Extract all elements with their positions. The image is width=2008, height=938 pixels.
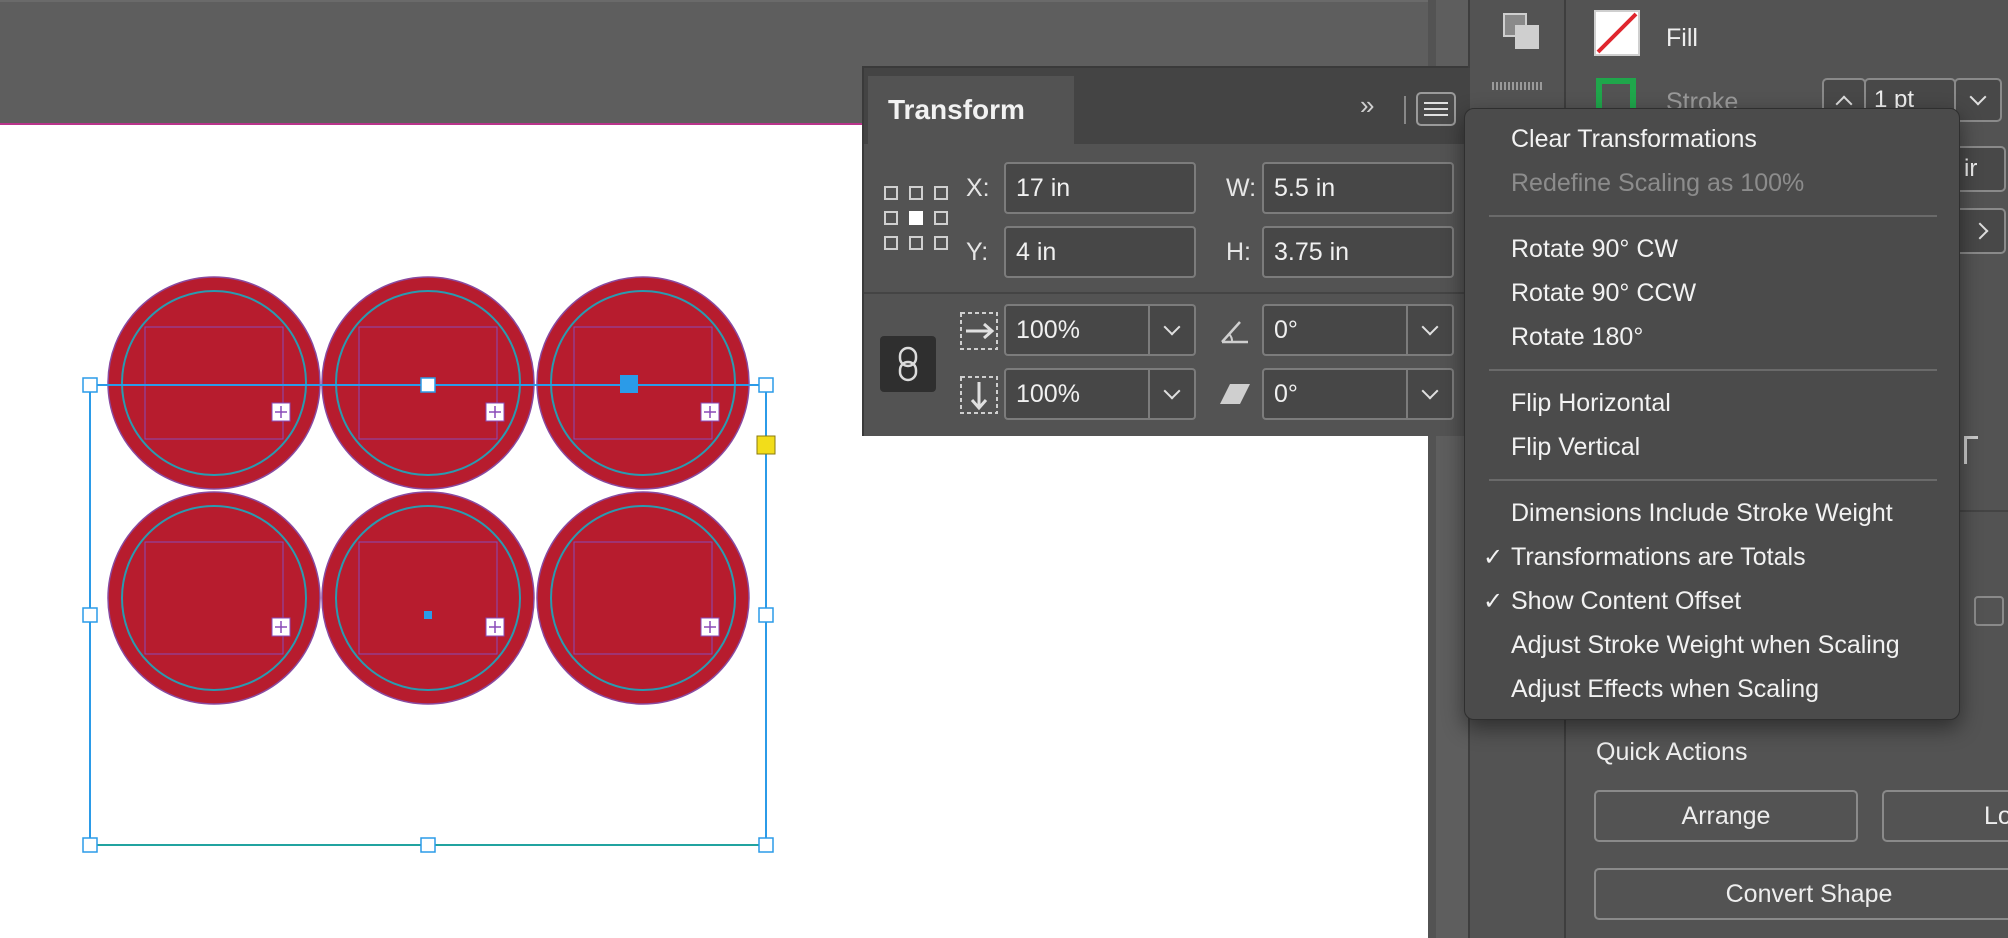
scale-x-field[interactable]: 100% <box>1004 304 1150 356</box>
checkmark-icon: ✓ <box>1483 588 1504 615</box>
scale-y-field[interactable]: 100% <box>1004 368 1150 420</box>
menu-separator <box>1489 215 1937 217</box>
circle-frame[interactable] <box>536 491 750 705</box>
corner-options-handle[interactable] <box>756 435 776 455</box>
scale-y-dropdown[interactable] <box>1150 368 1196 420</box>
partial-button[interactable]: Lo <box>1882 790 2008 842</box>
scale-x-dropdown[interactable] <box>1150 304 1196 356</box>
scale-x-icon <box>960 312 998 355</box>
circle-frame[interactable] <box>107 276 321 490</box>
resize-handle[interactable] <box>82 377 98 393</box>
rotation-dropdown[interactable] <box>1408 304 1454 356</box>
circle-frame[interactable] <box>321 491 535 705</box>
arrange-button[interactable]: Arrange <box>1594 790 1858 842</box>
partial-checkbox[interactable] <box>1974 596 2004 626</box>
h-label: H: <box>1226 238 1251 266</box>
quick-actions-title: Quick Actions <box>1596 738 1748 766</box>
menu-redefine-scaling: Redefine Scaling as 100% <box>1511 169 1805 197</box>
panel-divider <box>864 292 1470 294</box>
panel-menu-icon[interactable] <box>1416 92 1456 126</box>
fill-swatch-none-icon[interactable] <box>1594 10 1640 56</box>
rotation-angle-icon <box>1218 316 1252 351</box>
menu-adjust-effects[interactable]: Adjust Effects when Scaling <box>1511 675 1819 704</box>
resize-handle[interactable] <box>420 377 436 393</box>
menu-adjust-stroke-weight[interactable]: Adjust Stroke Weight when Scaling <box>1511 631 1900 660</box>
w-label: W: <box>1226 174 1257 202</box>
checkmark-icon: ✓ <box>1483 544 1504 571</box>
convert-shape-button[interactable]: Convert Shape <box>1594 868 2008 920</box>
shear-angle-icon <box>1218 380 1252 413</box>
resize-handle[interactable] <box>82 837 98 853</box>
x-position-field[interactable]: 17 in <box>1004 162 1196 214</box>
width-field[interactable]: 5.5 in <box>1262 162 1454 214</box>
y-label: Y: <box>966 238 989 266</box>
partial-dropdown[interactable] <box>1954 208 2006 254</box>
height-field[interactable]: 3.75 in <box>1262 226 1454 278</box>
collapse-panel-icon[interactable]: » <box>1360 90 1375 121</box>
menu-flip-horizontal[interactable]: Flip Horizontal <box>1511 389 1671 418</box>
transform-panel-menu: Clear Transformations Redefine Scaling a… <box>1464 108 1960 720</box>
menu-show-content-offset[interactable]: Show Content Offset <box>1511 587 1741 616</box>
x-label: X: <box>966 174 990 202</box>
header-separator <box>1404 96 1406 124</box>
partial-align-icon[interactable] <box>1964 436 1978 464</box>
resize-handle[interactable] <box>758 607 774 623</box>
menu-flip-vertical[interactable]: Flip Vertical <box>1511 433 1640 462</box>
menu-separator <box>1489 479 1937 481</box>
resize-handle[interactable] <box>420 837 436 853</box>
resize-handle[interactable] <box>758 837 774 853</box>
out-port-handle[interactable] <box>620 375 638 393</box>
menu-clear-transformations[interactable]: Clear Transformations <box>1511 125 1757 154</box>
pathfinder-icon[interactable] <box>1500 10 1544 54</box>
menu-rotate-90-cw[interactable]: Rotate 90° CW <box>1511 235 1678 264</box>
partial-field[interactable]: ir <box>1954 146 2006 192</box>
tab-transform[interactable]: Transform <box>868 76 1074 144</box>
shear-field[interactable]: 0° <box>1262 368 1408 420</box>
menu-dimensions-include-stroke[interactable]: Dimensions Include Stroke Weight <box>1511 499 1893 528</box>
panel-header[interactable]: Transform » <box>864 68 1470 144</box>
menu-rotate-180[interactable]: Rotate 180° <box>1511 323 1643 352</box>
rotation-field[interactable]: 0° <box>1262 304 1408 356</box>
constrain-proportions-link-icon[interactable] <box>880 336 936 392</box>
fill-label: Fill <box>1666 24 1698 52</box>
transform-panel: Transform » X: 17 in Y: 4 in W: 5.5 in H… <box>862 66 1470 436</box>
shear-dropdown[interactable] <box>1408 368 1454 420</box>
resize-handle[interactable] <box>758 377 774 393</box>
menu-rotate-90-ccw[interactable]: Rotate 90° CCW <box>1511 279 1696 308</box>
stroke-weight-dropdown[interactable] <box>1954 78 2002 122</box>
scale-y-icon <box>960 376 998 419</box>
circle-frame[interactable] <box>107 491 321 705</box>
strip-grip-icon[interactable] <box>1492 82 1542 90</box>
menu-separator <box>1489 369 1937 371</box>
y-position-field[interactable]: 4 in <box>1004 226 1196 278</box>
reference-point-locator[interactable] <box>884 186 948 250</box>
circle-frame[interactable] <box>536 276 750 490</box>
menu-transformations-are-totals[interactable]: Transformations are Totals <box>1511 543 1806 572</box>
resize-handle[interactable] <box>82 607 98 623</box>
pasteboard-top-rule <box>0 0 1428 2</box>
center-point-marker <box>424 611 432 619</box>
